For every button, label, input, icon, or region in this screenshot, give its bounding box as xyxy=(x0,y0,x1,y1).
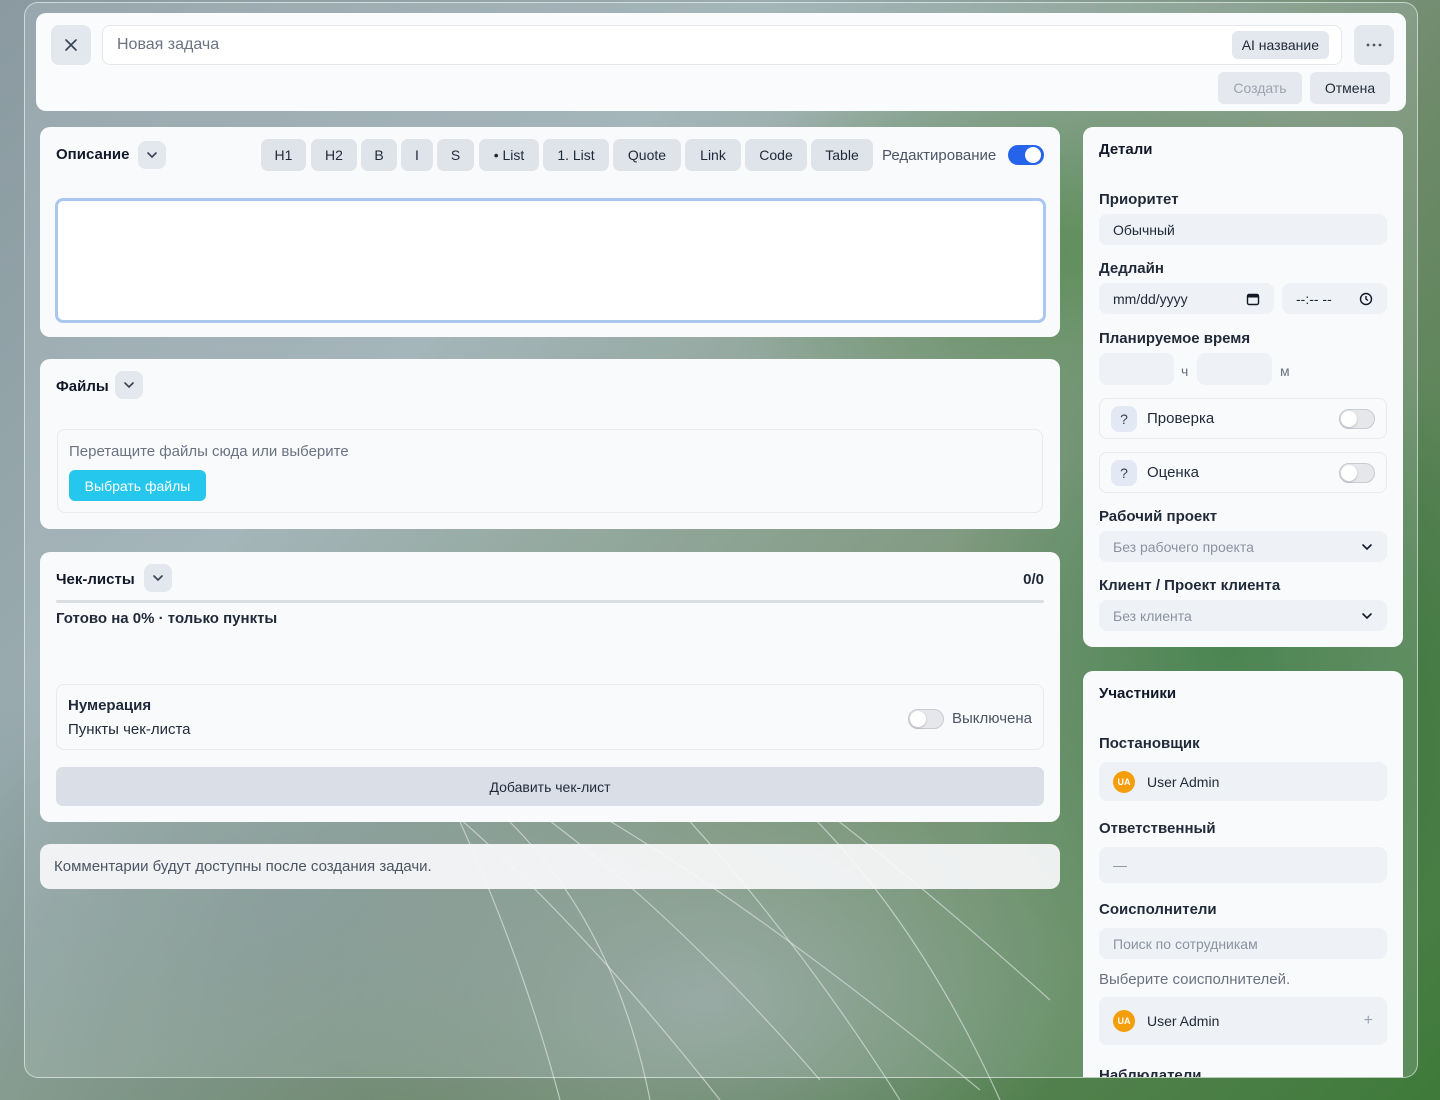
description-collapse-button[interactable] xyxy=(138,141,166,169)
candidate-name: User Admin xyxy=(1147,1013,1220,1029)
details-title: Детали xyxy=(1099,141,1153,158)
comments-note: Комментарии будут доступны после создани… xyxy=(40,844,1060,889)
toolbar-code-button[interactable]: Code xyxy=(745,139,807,171)
priority-select[interactable]: Обычный xyxy=(1099,214,1387,245)
priority-label: Приоритет xyxy=(1099,191,1179,208)
rating-label: Оценка xyxy=(1147,464,1199,481)
time-placeholder: --:-- -- xyxy=(1296,290,1332,307)
task-title-placeholder: Новая задача xyxy=(117,36,220,53)
work-project-select[interactable]: Без рабочего проекта xyxy=(1099,531,1387,562)
coexecutor-candidate[interactable]: UA User Admin + xyxy=(1099,997,1387,1045)
toolbar-h1-button[interactable]: H1 xyxy=(261,139,306,171)
review-toggle[interactable] xyxy=(1339,409,1375,429)
rating-toggle[interactable] xyxy=(1339,463,1375,483)
responsible-label: Ответственный xyxy=(1099,820,1216,837)
choose-files-button[interactable]: Выбрать файлы xyxy=(69,470,206,501)
edit-mode-toggle[interactable] xyxy=(1008,145,1044,165)
hours-unit: ч xyxy=(1181,363,1189,379)
toolbar-bold-button[interactable]: B xyxy=(361,139,397,171)
hours-input[interactable] xyxy=(1099,353,1174,385)
coexecutors-hint: Выберите соисполнителей. xyxy=(1099,971,1291,988)
checklist-count: 0/0 xyxy=(1023,571,1044,588)
task-modal: Новая задача AI название Создать Отмена … xyxy=(24,2,1418,1078)
chevron-down-icon xyxy=(153,575,163,582)
deadline-date-input[interactable]: mm/dd/yyyy xyxy=(1099,283,1274,314)
toolbar-table-button[interactable]: Table xyxy=(811,139,873,171)
files-title: Файлы xyxy=(56,378,109,395)
description-title: Описание xyxy=(56,146,130,163)
task-title-input[interactable]: Новая задача AI название xyxy=(102,25,1342,65)
close-icon xyxy=(65,39,77,51)
coexecutors-search-input[interactable]: Поиск по сотрудникам xyxy=(1099,928,1387,959)
toolbar-link-button[interactable]: Link xyxy=(685,139,741,171)
edit-mode-label: Редактирование xyxy=(882,147,997,164)
numbering-subtitle: Пункты чек-листа xyxy=(68,721,191,738)
chevron-down-icon xyxy=(1362,612,1372,619)
calendar-icon[interactable] xyxy=(1246,292,1260,306)
toolbar-ordered-list-button[interactable]: 1. List xyxy=(543,139,609,171)
files-collapse-button[interactable] xyxy=(115,371,143,399)
author-field[interactable]: UA User Admin xyxy=(1099,762,1387,801)
participants-card: Участники Постановщик UA User Admin Отве… xyxy=(1083,671,1403,1078)
minutes-unit: м xyxy=(1280,363,1290,379)
checklists-collapse-button[interactable] xyxy=(144,564,172,592)
help-icon[interactable]: ? xyxy=(1111,405,1137,432)
numbering-toggle[interactable] xyxy=(908,709,944,729)
add-icon[interactable]: + xyxy=(1364,1012,1373,1030)
toolbar-quote-button[interactable]: Quote xyxy=(613,139,681,171)
more-button[interactable] xyxy=(1354,25,1394,65)
rating-row: ? Оценка xyxy=(1099,452,1387,493)
participants-title: Участники xyxy=(1099,685,1177,702)
chevron-down-icon xyxy=(1362,543,1372,550)
create-button[interactable]: Создать xyxy=(1218,72,1302,104)
deadline-label: Дедлайн xyxy=(1099,260,1164,277)
dropzone-text: Перетащите файлы сюда или выберите xyxy=(69,443,349,460)
date-placeholder: mm/dd/yyyy xyxy=(1113,290,1188,307)
checklist-progress-text: Готово на 0% · только пункты xyxy=(56,610,278,627)
avatar: UA xyxy=(1113,770,1135,793)
files-card: Файлы Перетащите файлы сюда или выберите… xyxy=(40,359,1060,529)
checklist-progress-bar xyxy=(56,600,1044,603)
minutes-input[interactable] xyxy=(1197,353,1272,385)
chevron-down-icon xyxy=(147,152,157,159)
coexecutors-label: Соисполнители xyxy=(1099,901,1217,918)
work-project-label: Рабочий проект xyxy=(1099,508,1218,525)
close-button[interactable] xyxy=(51,25,91,65)
details-card: Детали Приоритет Обычный Дедлайн mm/dd/y… xyxy=(1083,127,1403,647)
work-project-value: Без рабочего проекта xyxy=(1113,538,1254,555)
client-label: Клиент / Проект клиента xyxy=(1099,577,1281,594)
planned-time-label: Планируемое время xyxy=(1099,330,1251,347)
clock-icon[interactable] xyxy=(1359,292,1373,306)
client-select[interactable]: Без клиента xyxy=(1099,600,1387,631)
checklists-card: Чек-листы 0/0 Готово на 0% · только пунк… xyxy=(40,552,1060,822)
toolbar-strike-button[interactable]: S xyxy=(437,139,474,171)
numbering-title: Нумерация xyxy=(68,697,152,714)
files-dropzone[interactable]: Перетащите файлы сюда или выберите Выбра… xyxy=(57,429,1043,513)
task-header: Новая задача AI название Создать Отмена xyxy=(36,13,1406,111)
deadline-time-input[interactable]: --:-- -- xyxy=(1282,283,1387,314)
author-label: Постановщик xyxy=(1099,735,1200,752)
toolbar-bullet-list-button[interactable]: • List xyxy=(479,139,539,171)
toolbar-h2-button[interactable]: H2 xyxy=(311,139,357,171)
add-checklist-button[interactable]: Добавить чек-лист xyxy=(56,767,1044,806)
chevron-down-icon xyxy=(124,382,134,389)
description-card: Описание H1 H2 B I S • List 1. List Quot… xyxy=(40,127,1060,337)
observers-label: Наблюдатели xyxy=(1099,1067,1202,1078)
help-icon[interactable]: ? xyxy=(1111,459,1137,486)
description-editor[interactable] xyxy=(55,198,1046,323)
cancel-button[interactable]: Отмена xyxy=(1310,72,1390,104)
numbering-row: Нумерация Пункты чек-листа Выключена xyxy=(56,684,1044,750)
more-icon xyxy=(1366,43,1382,47)
responsible-field[interactable]: — xyxy=(1099,847,1387,883)
review-row: ? Проверка xyxy=(1099,398,1387,439)
author-name: User Admin xyxy=(1147,773,1220,790)
numbering-state: Выключена xyxy=(952,710,1032,727)
checklists-title: Чек-листы xyxy=(56,571,135,588)
avatar: UA xyxy=(1113,1010,1135,1032)
ai-title-button[interactable]: AI название xyxy=(1231,31,1329,59)
client-value: Без клиента xyxy=(1113,607,1192,624)
toolbar-italic-button[interactable]: I xyxy=(401,139,433,171)
review-label: Проверка xyxy=(1147,410,1215,427)
